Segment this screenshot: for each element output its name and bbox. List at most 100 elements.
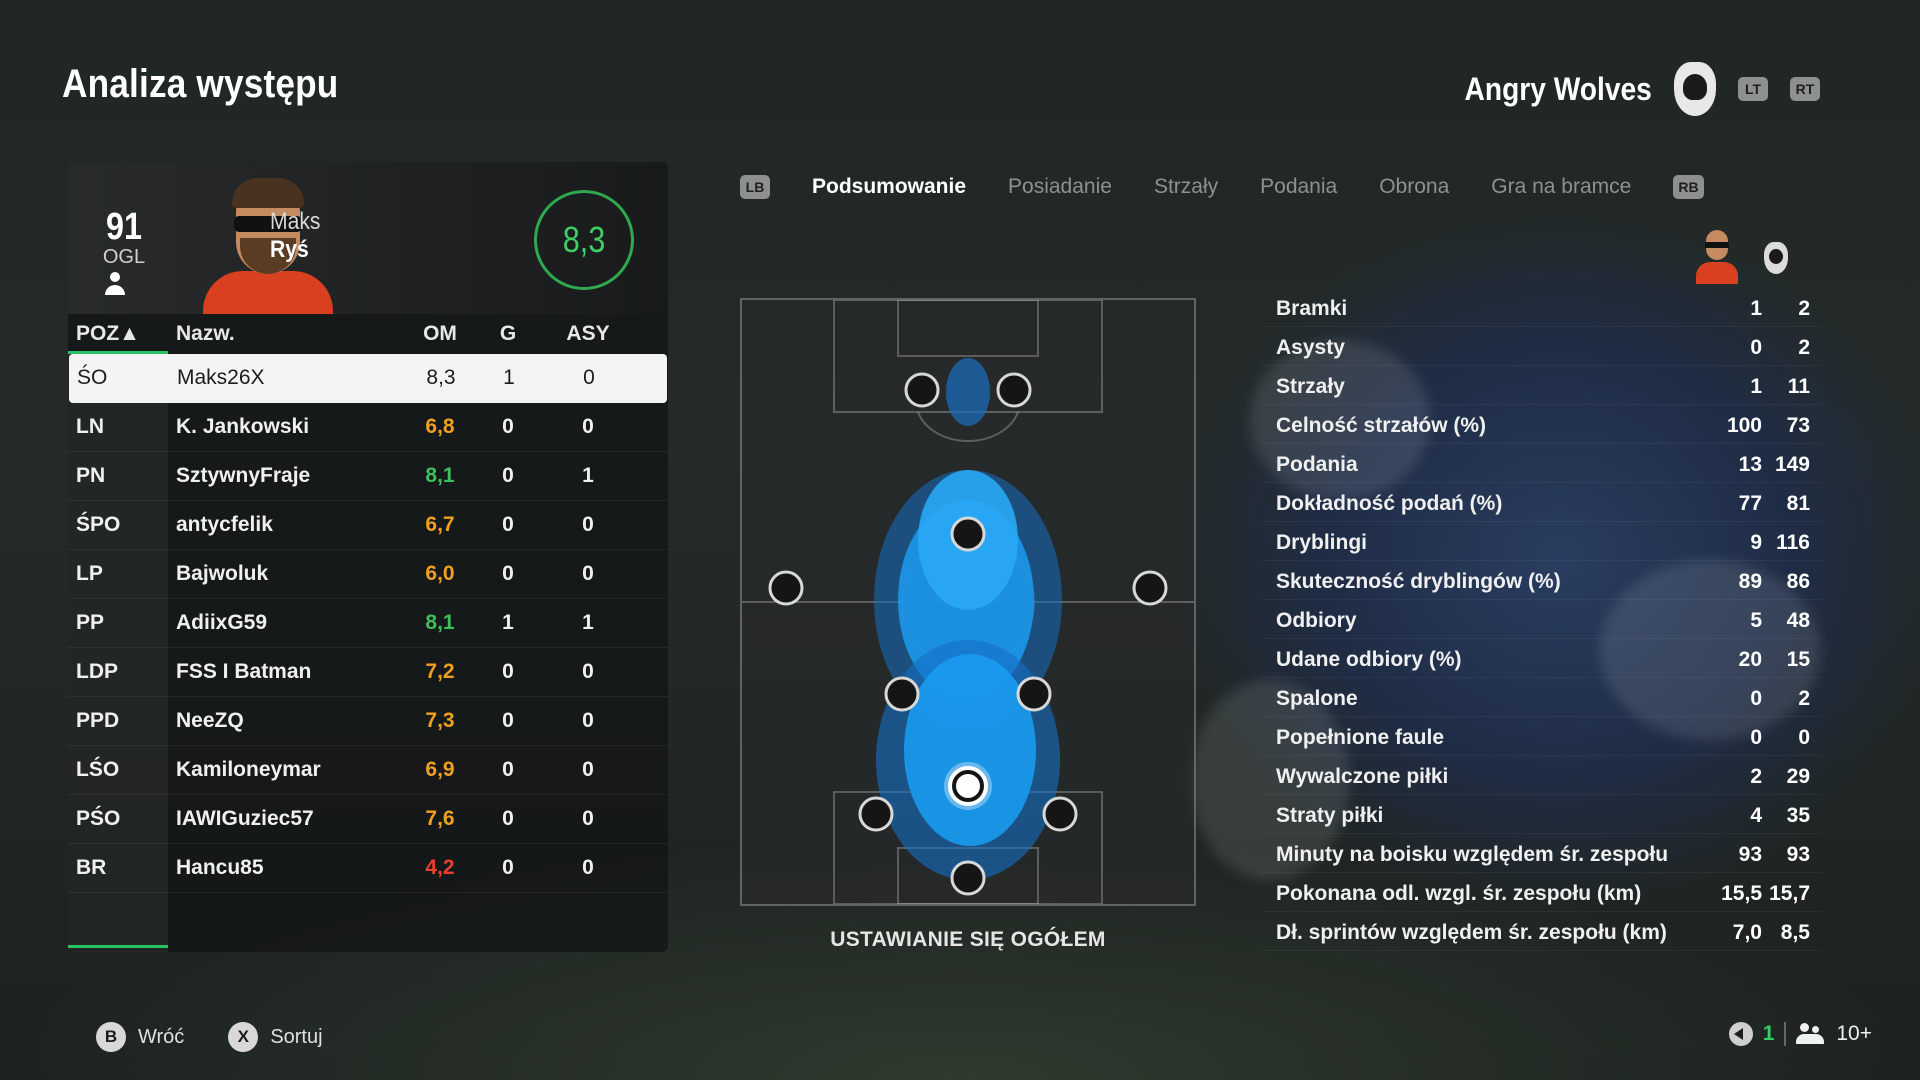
stat-row: Dokładność podań (%) 77 81: [1262, 483, 1822, 522]
tab-posiadanie[interactable]: Posiadanie: [1008, 175, 1112, 199]
table-row[interactable]: LN K. Jankowski 6,8 0 0: [68, 403, 668, 452]
stat-player-value: 2: [1750, 765, 1762, 788]
stat-player-value: 89: [1738, 570, 1762, 593]
page-title: Analiza występu: [62, 62, 339, 106]
stat-player-value: 0: [1750, 687, 1762, 710]
stat-row: Popełnione faule 0 0: [1262, 717, 1822, 756]
rt-button-hint[interactable]: RT: [1790, 77, 1820, 101]
cell-position: LN: [76, 415, 104, 438]
stat-label: Skuteczność dryblingów (%): [1276, 570, 1561, 593]
cell-goals: 0: [502, 856, 514, 879]
player-first-name: Maks: [270, 208, 321, 235]
stat-row: Udane odbiory (%) 20 15: [1262, 639, 1822, 678]
table-row[interactable]: PP AdiixG59 8,1 1 1: [68, 599, 668, 648]
cell-goals: 0: [502, 758, 514, 781]
rb-button-hint[interactable]: RB: [1673, 175, 1704, 199]
stat-team-value: 2: [1798, 687, 1810, 710]
player-marker: [950, 860, 986, 896]
player-marker: [884, 676, 920, 712]
stat-team-value: 29: [1786, 765, 1810, 788]
stat-label: Popełnione faule: [1276, 726, 1445, 749]
header-name[interactable]: Nazw.: [176, 314, 406, 354]
stat-player-value: 4: [1750, 804, 1762, 827]
player-marker: [950, 516, 986, 552]
table-row[interactable]: PPD NeeZQ 7,3 0 0: [68, 697, 668, 746]
cell-name: antycfelik: [176, 513, 273, 536]
tab-gra-na-bramce[interactable]: Gra na bramce: [1491, 175, 1631, 199]
cell-assists: 0: [583, 366, 595, 389]
stat-row: Skuteczność dryblingów (%) 89 86: [1262, 561, 1822, 600]
stat-label: Spalone: [1276, 687, 1358, 710]
table-row[interactable]: LDP FSS I Batman 7,2 0 0: [68, 648, 668, 697]
heat-zone: [946, 358, 990, 426]
player-marker: [904, 372, 940, 408]
stat-row: Spalone 0 2: [1262, 678, 1822, 717]
player-marker: [858, 796, 894, 832]
stat-label: Celność strzałów (%): [1276, 414, 1487, 437]
table-row[interactable]: PN SztywnyFraje 8,1 0 1: [68, 452, 668, 501]
team-crest-icon: [1764, 242, 1788, 274]
cell-assists: 0: [582, 562, 594, 585]
cell-goals: 0: [502, 660, 514, 683]
match-rating-ring: 8,3: [534, 190, 634, 290]
cell-position: ŚO: [77, 366, 108, 389]
table-row[interactable]: BR Hancu85 4,2 0 0: [68, 844, 668, 893]
lb-button-hint[interactable]: LB: [740, 175, 770, 199]
cell-name: IAWIGuziec57: [176, 807, 314, 830]
lt-button-hint[interactable]: LT: [1738, 77, 1768, 101]
table-row[interactable]: ŚPO antycfelik 6,7 0 0: [68, 501, 668, 550]
stat-team-value: 93: [1786, 843, 1810, 866]
cell-rating: 6,0: [425, 562, 455, 585]
player-portrait: [168, 176, 368, 314]
stat-label: Dł. sprintów względem śr. zespołu (km): [1276, 921, 1667, 944]
cell-name: AdiixG59: [176, 611, 268, 634]
stats-table: Bramki 1 2 Asysty 0 2 Strzały 1 11 Celność strzał…: [1262, 288, 1822, 951]
heat-zone: [904, 654, 1036, 846]
cell-rating: 8,1: [425, 464, 455, 487]
team-header: Angry Wolves LT RT: [1439, 62, 1820, 116]
stat-row: Podania 13 149: [1262, 444, 1822, 483]
stat-row: Asysty 0 2: [1262, 327, 1822, 366]
cell-position: PP: [76, 611, 105, 634]
header-rating[interactable]: OM: [412, 314, 468, 354]
stat-label: Pokonana odl. wzgl. śr. zespołu (km): [1276, 882, 1642, 905]
stat-team-value: 15: [1786, 648, 1810, 671]
sort-label[interactable]: Sortuj: [270, 1026, 322, 1049]
tab-obrona[interactable]: Obrona: [1379, 175, 1449, 199]
speaker-icon: [1728, 1022, 1753, 1046]
cell-goals: 1: [502, 611, 514, 634]
tab-podania[interactable]: Podania: [1260, 175, 1337, 199]
stat-row: Pokonana odl. wzgl. śr. zespołu (km) 15,5…: [1262, 873, 1822, 912]
stat-row: Wywalczone piłki 2 29: [1262, 756, 1822, 795]
header-assists[interactable]: ASY: [558, 314, 618, 354]
stat-player-value: 9: [1750, 531, 1762, 554]
cell-name: Hancu85: [176, 856, 264, 879]
stat-label: Minuty na boisku względem śr. zespołu: [1276, 843, 1669, 866]
tab-podsumowanie[interactable]: Podsumowanie: [812, 175, 966, 199]
header-position[interactable]: POZ▲: [76, 314, 166, 354]
cell-rating: 6,7: [425, 513, 455, 536]
table-row[interactable]: PŚO IAWIGuziec57 7,6 0 0: [68, 795, 668, 844]
header-goals[interactable]: G: [488, 314, 528, 354]
stat-team-value: 116: [1776, 531, 1810, 554]
stat-team-value: 2: [1798, 336, 1810, 359]
player-marker: [1132, 570, 1168, 606]
player-name: Maks Ryś: [270, 208, 320, 264]
stat-player-value: 20: [1738, 648, 1762, 671]
x-button-icon[interactable]: X: [228, 1022, 259, 1052]
table-row[interactable]: ŚO Maks26X 8,3 1 0: [69, 354, 667, 403]
stat-row: Straty piłki 4 35: [1262, 795, 1822, 834]
stat-label: Asysty: [1276, 336, 1345, 359]
cell-rating: 7,3: [425, 709, 455, 732]
stat-row: Bramki 1 2: [1262, 288, 1822, 327]
stat-label: Odbiory: [1276, 609, 1357, 632]
pitch-label: USTAWIANIE SIĘ OGÓŁEM: [830, 928, 1106, 951]
table-row[interactable]: LP Bajwoluk 6,0 0 0: [68, 550, 668, 599]
stat-player-value: 1: [1750, 375, 1762, 398]
cell-goals: 0: [502, 513, 514, 536]
table-row[interactable]: LŚO Kamiloneymar 6,9 0 0: [68, 746, 668, 795]
tab-strzaly[interactable]: Strzały: [1154, 175, 1218, 199]
stat-player-value: 13: [1738, 453, 1762, 476]
b-button-icon[interactable]: B: [96, 1022, 126, 1052]
back-label[interactable]: Wróć: [138, 1026, 184, 1049]
